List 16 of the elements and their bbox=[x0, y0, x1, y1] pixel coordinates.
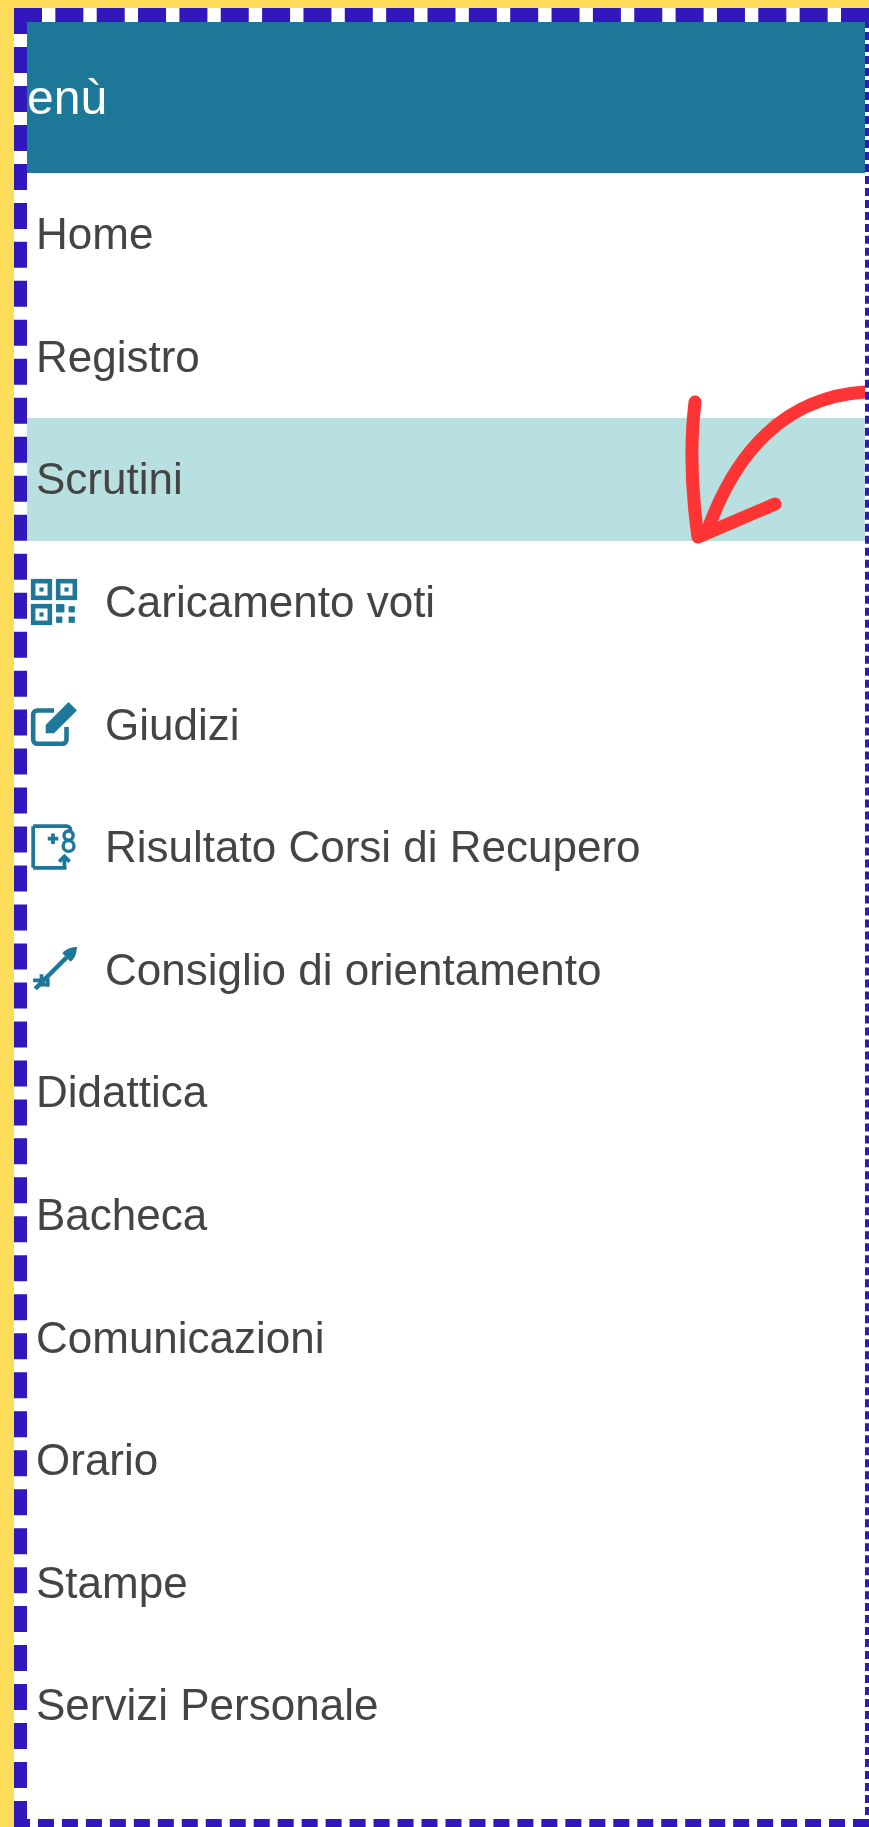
menu-item[interactable]: Servizi Personale bbox=[27, 1644, 391, 1767]
menu-item[interactable]: Didattica bbox=[27, 1031, 220, 1154]
submenu-item[interactable]: Giudizi bbox=[27, 663, 252, 786]
submenu-item[interactable]: Risultato Corsi di Recupero bbox=[27, 785, 653, 909]
plus-eight-icon bbox=[29, 822, 79, 873]
menu-item[interactable]: Registro bbox=[27, 295, 212, 419]
menu-title: enù bbox=[27, 70, 108, 125]
menu-item[interactable]: Bacheca bbox=[27, 1153, 220, 1277]
qr-code-icon bbox=[29, 577, 79, 628]
menu-item[interactable]: Home bbox=[27, 173, 166, 296]
menu-item[interactable]: Scrutini bbox=[27, 418, 865, 541]
menu-item[interactable]: Stampe bbox=[27, 1521, 200, 1645]
submenu-item[interactable]: Consiglio di orientamento bbox=[27, 908, 614, 1032]
menu-item[interactable]: Comunicazioni bbox=[27, 1276, 337, 1399]
submenu-item[interactable]: Caricamento voti bbox=[27, 540, 448, 664]
menu-item[interactable]: Orario bbox=[27, 1398, 171, 1522]
